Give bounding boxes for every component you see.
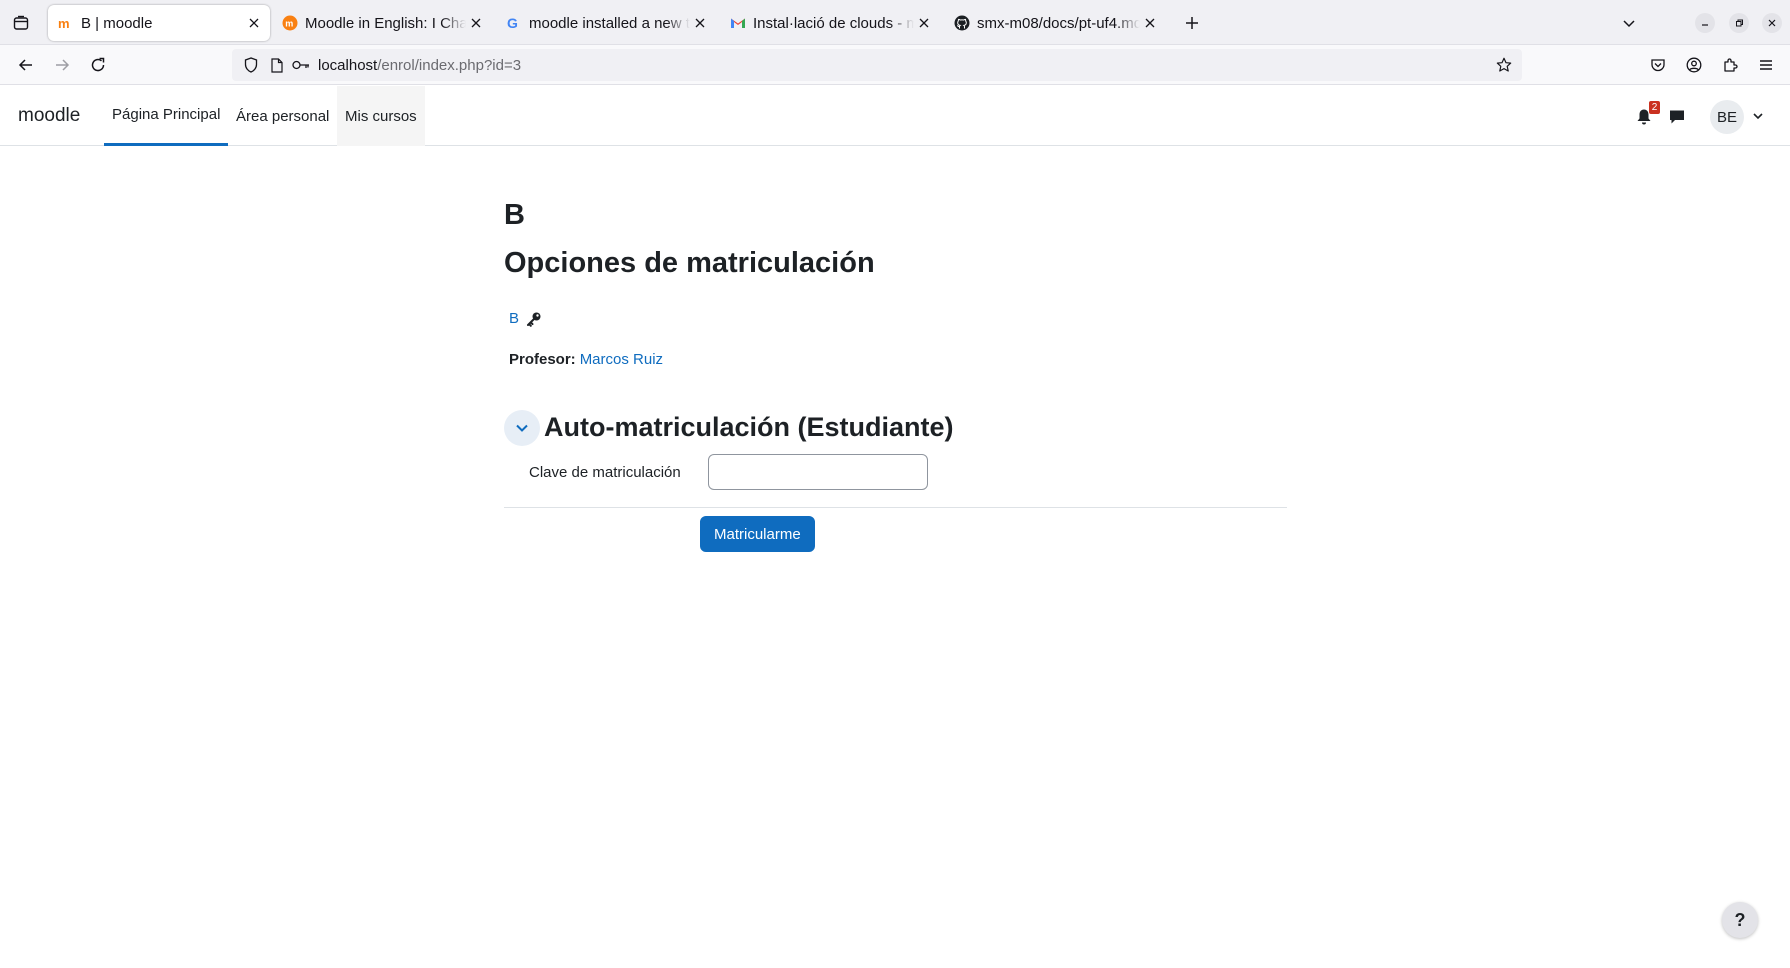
shield-icon[interactable] xyxy=(242,56,260,74)
url-path: /enrol/index.php?id=3 xyxy=(377,56,522,74)
page-icon[interactable] xyxy=(268,56,286,74)
browser-tabstrip: m B | moodle m Moodle in English: I Chan… xyxy=(0,0,1790,45)
back-arrow-icon[interactable] xyxy=(12,51,40,79)
chevron-down-icon[interactable] xyxy=(1750,108,1766,124)
browser-tab[interactable]: G moodle installed a new theme xyxy=(496,5,716,41)
svg-text:G: G xyxy=(507,15,518,31)
chevron-down-icon[interactable] xyxy=(1617,11,1641,35)
moodle-navbar: moodle Página Principal Área personal Mi… xyxy=(0,86,1790,146)
gmail-favicon-icon xyxy=(730,15,746,31)
svg-text:m: m xyxy=(58,16,70,31)
new-tab-icon[interactable] xyxy=(1180,11,1204,35)
restore-window-icon[interactable] xyxy=(1729,13,1749,33)
tab-title: Moodle in English: I Change xyxy=(305,14,466,32)
enrol-me-button[interactable]: Matricularme xyxy=(700,516,815,552)
close-tab-icon[interactable] xyxy=(244,13,264,33)
course-link-row: B xyxy=(509,310,542,327)
moodle-favicon-icon: m xyxy=(58,15,74,31)
course-title: B xyxy=(504,199,525,231)
help-button[interactable]: ? xyxy=(1722,902,1758,938)
close-tab-icon[interactable] xyxy=(1140,13,1160,33)
svg-text:m: m xyxy=(285,19,293,29)
chevron-down-icon xyxy=(514,420,530,436)
nav-item-dashboard[interactable]: Área personal xyxy=(228,86,337,146)
course-link[interactable]: B xyxy=(509,310,519,327)
form-divider xyxy=(504,507,1287,508)
close-tab-icon[interactable] xyxy=(914,13,934,33)
page-title: Opciones de matriculación xyxy=(504,247,875,279)
teacher-label: Profesor: xyxy=(509,351,576,368)
close-window-icon[interactable] xyxy=(1762,13,1782,33)
browser-tab[interactable]: m B | moodle xyxy=(48,5,270,41)
collapse-section-button[interactable] xyxy=(504,410,540,446)
menu-icon[interactable] xyxy=(1752,51,1780,79)
site-logo[interactable]: moodle xyxy=(18,105,80,127)
url-text: localhost/enrol/index.php?id=3 xyxy=(318,57,521,74)
tab-title: smx-m08/docs/pt-uf4.md xyxy=(977,14,1140,32)
enrol-key-input[interactable] xyxy=(708,454,928,490)
key-icon xyxy=(526,311,542,327)
minimize-window-icon[interactable] xyxy=(1695,13,1715,33)
nav-item-my-courses[interactable]: Mis cursos xyxy=(337,86,425,146)
close-tab-icon[interactable] xyxy=(466,13,486,33)
url-host: localhost xyxy=(318,56,378,74)
moodle-org-favicon-icon: m xyxy=(282,15,298,31)
bookmark-star-icon[interactable] xyxy=(1494,55,1514,75)
browser-tab[interactable]: Instal·lació de clouds - mr xyxy=(720,5,940,41)
forward-arrow-icon[interactable] xyxy=(48,51,76,79)
browser-tab[interactable]: smx-m08/docs/pt-uf4.md xyxy=(944,5,1166,41)
course-contact: Profesor: Marcos Ruiz xyxy=(509,351,663,368)
extensions-icon[interactable] xyxy=(1716,51,1744,79)
teacher-name-link[interactable]: Marcos Ruiz xyxy=(580,351,663,368)
browser-tab[interactable]: m Moodle in English: I Change xyxy=(272,5,492,41)
reload-icon[interactable] xyxy=(84,51,112,79)
notification-count-badge: 2 xyxy=(1649,101,1660,114)
github-favicon-icon xyxy=(954,15,970,31)
tab-title: B | moodle xyxy=(81,14,153,32)
close-tab-icon[interactable] xyxy=(690,13,710,33)
tab-list-icon[interactable] xyxy=(8,10,34,36)
enrol-key-label: Clave de matriculación xyxy=(529,464,681,481)
user-avatar[interactable]: BE xyxy=(1710,100,1744,134)
tab-title: moodle installed a new theme xyxy=(529,14,690,32)
messages-icon[interactable] xyxy=(1666,106,1688,128)
google-favicon-icon: G xyxy=(506,15,522,31)
pocket-icon[interactable] xyxy=(1644,51,1672,79)
nav-item-home[interactable]: Página Principal xyxy=(104,86,229,146)
browser-toolbar: localhost/enrol/index.php?id=3 xyxy=(0,45,1790,85)
key-permission-icon[interactable] xyxy=(292,56,310,74)
address-bar[interactable]: localhost/enrol/index.php?id=3 xyxy=(232,49,1522,81)
enrol-method-title: Auto-matriculación (Estudiante) xyxy=(544,412,954,442)
tab-title: Instal·lació de clouds - mr xyxy=(753,14,914,32)
account-icon[interactable] xyxy=(1680,51,1708,79)
